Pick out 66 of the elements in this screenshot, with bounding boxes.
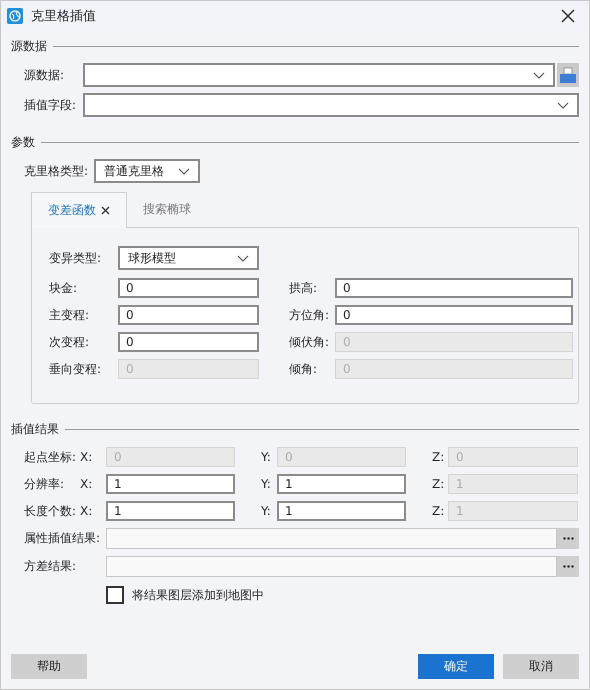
field-label: 长度个数: [24, 502, 78, 520]
field-label: 倾角: [289, 360, 318, 378]
field-label: 主变程: [49, 306, 90, 324]
input-field[interactable]: 1 [277, 501, 406, 521]
dialog-button[interactable]: 取消 [503, 654, 579, 679]
field-label: 方差结果: [24, 558, 78, 575]
checkbox[interactable] [106, 586, 124, 604]
section-heading: 插值结果 [11, 420, 59, 438]
field-label: 方位角: [289, 306, 330, 324]
input-field[interactable]: 1 [106, 501, 235, 521]
axis-label: Y: [261, 477, 272, 491]
close-icon[interactable] [101, 206, 110, 215]
path-field[interactable] [106, 556, 557, 577]
chevron-down-icon [533, 72, 545, 78]
input-field[interactable]: 1 [277, 474, 406, 494]
axis-label: Y: [261, 450, 272, 464]
axis-label: X: [80, 477, 94, 491]
dropdown-value: 球形模型 [128, 250, 176, 266]
input-field[interactable]: 0 [335, 305, 573, 325]
browse-button[interactable] [557, 528, 579, 549]
source-data-dropdown[interactable] [83, 63, 555, 87]
field-label: 属性插值结果: [24, 530, 102, 547]
field-label: 块金: [49, 280, 78, 296]
chevron-down-icon [178, 168, 190, 174]
chevron-down-icon [237, 254, 249, 262]
tab[interactable]: 变差函数 [31, 192, 127, 228]
field-label: 起点坐标: [24, 448, 78, 466]
field-label: 插值字段: [24, 96, 78, 114]
field-label: 克里格类型: [24, 162, 88, 180]
input-field[interactable]: 1 [106, 474, 235, 494]
axis-label: Z: [432, 450, 446, 464]
open-file-button[interactable] [557, 63, 579, 87]
field-label: 次变程: [49, 334, 90, 350]
tab[interactable]: 搜索椭球 [127, 191, 207, 227]
path-field[interactable] [106, 528, 557, 549]
field-dropdown[interactable] [83, 93, 579, 117]
axis-label: X: [80, 504, 94, 518]
input-field[interactable]: 0 [335, 278, 573, 298]
field-label: 倾伏角: [289, 334, 330, 350]
ellipsis-icon [562, 565, 574, 568]
window-title: 克里格插值 [31, 8, 97, 25]
axis-label: Z: [432, 477, 446, 491]
kriging-type-dropdown[interactable]: 普通克里格 [94, 159, 200, 183]
globe-icon [7, 8, 23, 24]
dialog-button[interactable]: 确定 [418, 654, 494, 679]
input-field[interactable]: 0 [118, 305, 259, 325]
input-field[interactable]: 0 [118, 278, 259, 298]
section-heading: 参数 [11, 134, 35, 150]
field-label: 变异类型: [49, 250, 102, 266]
axis-label: Z: [432, 504, 446, 518]
field-label: 拱高: [289, 280, 318, 296]
axis-label: Y: [261, 504, 272, 518]
close-icon [561, 9, 575, 23]
chevron-down-icon [557, 102, 569, 108]
field-label: 源数据: [24, 66, 66, 84]
checkbox-label: 将结果图层添加到地图中 [132, 586, 264, 604]
variogram-type-dropdown[interactable]: 球形模型 [118, 246, 259, 270]
ellipsis-icon [562, 537, 574, 540]
field-label: 垂向变程: [49, 360, 102, 378]
dialog-button[interactable]: 帮助 [11, 654, 87, 679]
input-field[interactable]: 0 [118, 332, 259, 352]
dropdown-value: 普通克里格 [104, 162, 164, 180]
axis-label: X: [80, 450, 94, 464]
browse-button[interactable] [557, 556, 579, 577]
section-heading: 源数据 [11, 38, 47, 54]
field-label: 分辨率: [24, 476, 66, 492]
